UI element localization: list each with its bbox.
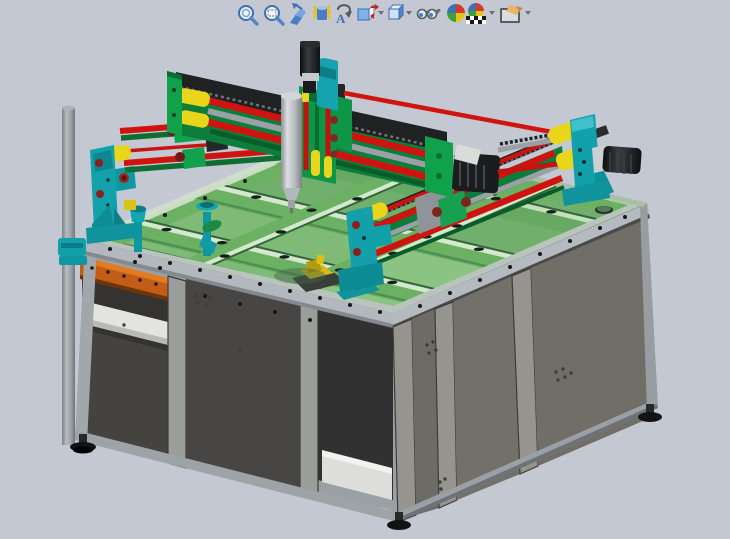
svg-text:A: A bbox=[336, 11, 346, 26]
